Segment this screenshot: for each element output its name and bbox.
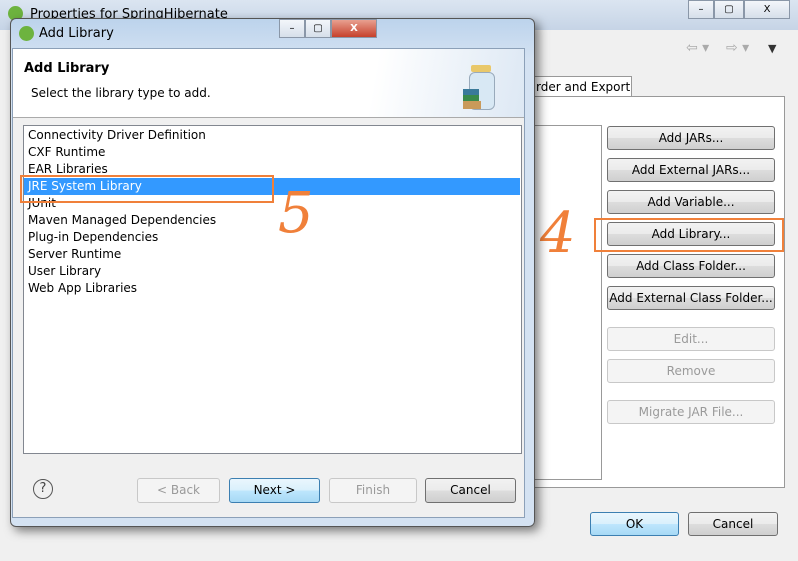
list-item[interactable]: Server Runtime xyxy=(28,246,121,263)
highlight-box-add-library xyxy=(594,218,784,252)
view-menu-icon[interactable]: ▼ xyxy=(768,42,776,55)
nav-back-icon[interactable]: ⇦ ▾ xyxy=(686,40,709,56)
next-button[interactable]: Next > xyxy=(229,478,320,503)
list-item[interactable]: User Library xyxy=(28,263,101,280)
add-jars-button[interactable]: Add JARs... xyxy=(607,126,775,150)
dialog-minimize-button[interactable]: – xyxy=(279,19,305,38)
add-external-jars-button[interactable]: Add External JARs... xyxy=(607,158,775,182)
annotation-step-5: 5 xyxy=(278,181,314,246)
nav-forward-icon[interactable]: ⇨ ▾ xyxy=(726,40,749,56)
dialog-close-button[interactable]: X xyxy=(331,19,377,38)
spring-icon xyxy=(19,26,34,41)
list-item[interactable]: CXF Runtime xyxy=(28,144,105,161)
build-path-list[interactable] xyxy=(530,125,602,480)
ok-button[interactable]: OK xyxy=(590,512,679,536)
add-external-class-folder-button[interactable]: Add External Class Folder... xyxy=(607,286,775,310)
close-button[interactable]: X xyxy=(744,0,790,19)
finish-button[interactable]: Finish xyxy=(329,478,417,503)
minimize-button[interactable]: – xyxy=(688,0,714,19)
dialog-body: Add Library Select the library type to a… xyxy=(12,48,525,518)
list-item[interactable]: Web App Libraries xyxy=(28,280,137,297)
header-description: Select the library type to add. xyxy=(31,86,211,100)
header-title: Add Library xyxy=(24,61,110,76)
tab-order-export[interactable]: rder and Export xyxy=(533,76,632,97)
dialog-maximize-button[interactable]: ▢ xyxy=(305,19,331,38)
dialog-cancel-button[interactable]: Cancel xyxy=(425,478,516,503)
help-icon[interactable]: ? xyxy=(33,479,53,499)
library-jar-icon xyxy=(463,65,499,111)
add-variable-button[interactable]: Add Variable... xyxy=(607,190,775,214)
highlight-box-jre xyxy=(20,175,274,203)
edit-button[interactable]: Edit... xyxy=(607,327,775,351)
maximize-button[interactable]: ▢ xyxy=(714,0,744,19)
dialog-header: Add Library Select the library type to a… xyxy=(13,49,524,118)
migrate-jar-button[interactable]: Migrate JAR File... xyxy=(607,400,775,424)
list-item[interactable]: Connectivity Driver Definition xyxy=(28,127,206,144)
add-class-folder-button[interactable]: Add Class Folder... xyxy=(607,254,775,278)
cancel-button[interactable]: Cancel xyxy=(688,512,778,536)
annotation-step-4: 4 xyxy=(540,201,576,266)
remove-button[interactable]: Remove xyxy=(607,359,775,383)
add-library-dialog: Add Library – ▢ X Add Library Select the… xyxy=(10,18,535,527)
list-item[interactable]: Plug-in Dependencies xyxy=(28,229,158,246)
dialog-title: Add Library xyxy=(39,26,114,41)
list-item[interactable]: Maven Managed Dependencies xyxy=(28,212,216,229)
back-button[interactable]: < Back xyxy=(137,478,220,503)
